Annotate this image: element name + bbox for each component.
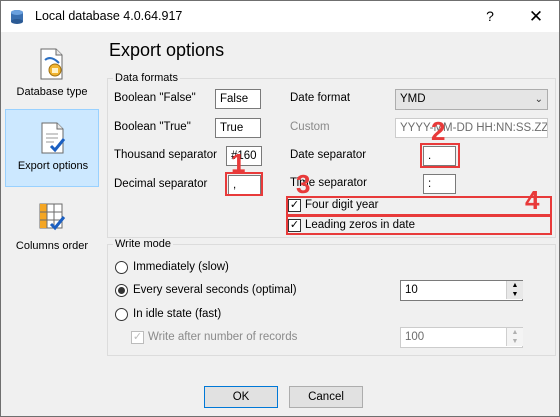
sidebar-item-columns-order[interactable]: Columns order [5, 190, 99, 268]
date-format-label: Date format [290, 92, 351, 104]
write-after-records-label: Write after number of records [148, 331, 298, 343]
write-after-records-value: 100 [405, 331, 425, 343]
sidebar-item-label: Columns order [15, 240, 89, 252]
sidebar-item-label: Export options [17, 160, 89, 172]
cancel-button[interactable]: Cancel [289, 386, 363, 408]
every-seconds-stepper[interactable]: 10 ▲ ▼ [400, 280, 523, 301]
dialog-window: Local database 4.0.64.917 ? ✕ Database t… [0, 0, 560, 417]
help-button[interactable]: ? [467, 1, 513, 32]
app-icon [11, 10, 23, 24]
idle-state-label: In idle state (fast) [133, 308, 222, 320]
boolean-false-label: Boolean "False" [114, 92, 196, 104]
annotation-number-2: 2 [431, 116, 446, 146]
immediately-radio[interactable] [115, 261, 128, 274]
chevron-up-icon[interactable]: ▲ [506, 281, 523, 290]
custom-label: Custom [290, 121, 330, 133]
idle-state-radio[interactable] [115, 308, 128, 321]
database-type-icon [40, 48, 63, 80]
window-title: Local database 4.0.64.917 [35, 9, 183, 23]
date-separator-label: Date separator [290, 149, 367, 161]
columns-order-icon [39, 203, 66, 231]
title-bar: Local database 4.0.64.917 ? ✕ [1, 1, 559, 32]
chevron-down-icon[interactable]: ▼ [506, 290, 523, 299]
group-title: Data formats [113, 72, 180, 84]
dialog-footer: OK Cancel [1, 384, 559, 416]
ok-button[interactable]: OK [204, 386, 278, 408]
every-seconds-radio[interactable] [115, 284, 128, 297]
date-format-value: YMD [400, 93, 426, 105]
close-button[interactable]: ✕ [513, 1, 559, 32]
custom-format-input[interactable]: YYYY-MM-DD HH:NN:SS.ZZZ [395, 118, 548, 138]
annotation-number-1: 1 [231, 148, 246, 178]
boolean-true-input[interactable]: True [215, 118, 261, 138]
chevron-up-icon[interactable]: ▲ [506, 328, 523, 337]
sidebar-item-export-options[interactable]: Export options [5, 109, 99, 187]
write-mode-group: Write mode Immediately (slow) Every seve… [107, 238, 556, 356]
annotation-box-four-digit-year [286, 196, 552, 216]
write-after-records-stepper[interactable]: 100 ▲ ▼ [400, 327, 523, 348]
sidebar-item-label: Database type [16, 86, 88, 98]
write-after-records-checkbox[interactable]: ✓ [131, 331, 144, 344]
export-options-icon [41, 122, 66, 154]
chevron-down-icon[interactable]: ▼ [506, 337, 523, 346]
every-seconds-value: 10 [405, 284, 418, 296]
sidebar-item-database-type[interactable]: Database type [5, 36, 99, 114]
time-separator-input[interactable]: : [423, 174, 456, 194]
every-seconds-label: Every several seconds (optimal) [133, 284, 297, 296]
annotation-box-leading-zeros [286, 215, 552, 235]
group-title: Write mode [113, 238, 174, 250]
date-format-select[interactable]: YMD ⌄ [395, 89, 548, 110]
boolean-true-label: Boolean "True" [114, 121, 191, 133]
immediately-label: Immediately (slow) [133, 261, 229, 273]
boolean-false-input[interactable]: False [215, 89, 261, 109]
chevron-down-icon: ⌄ [534, 94, 543, 105]
annotation-number-4: 4 [525, 185, 540, 215]
sidebar: Database type Export options Columns ord… [1, 32, 105, 384]
decimal-separator-label: Decimal separator [114, 178, 208, 190]
page-title: Export options [109, 40, 225, 60]
thousand-separator-label: Thousand separator [114, 149, 217, 161]
